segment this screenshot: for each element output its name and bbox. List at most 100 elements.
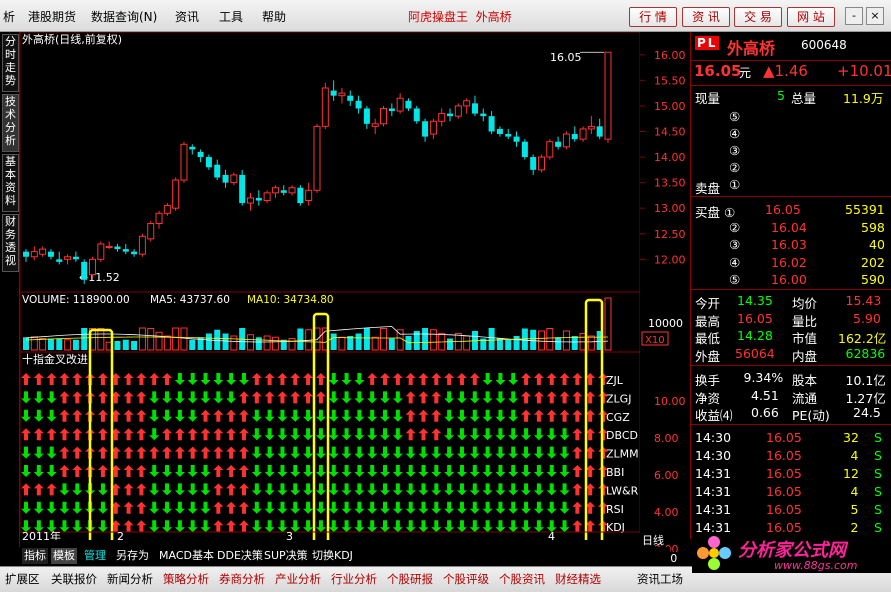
tab-dde[interactable]: DDE决策 [215,548,265,564]
sell-level-marker: ⑤ [729,109,741,124]
buy-level-label: ② [729,219,741,235]
tick-price: 16.05 [766,484,802,499]
tab-macd[interactable]: MACD基本 [157,548,216,564]
menu-item-help[interactable]: 帮助 [262,8,286,25]
indicator-name: DBCD [606,429,638,442]
stat-value: 5.90 [853,310,881,326]
window-title: 阿虎操盘王 外高桥 [408,10,512,24]
tab-fundamentals[interactable]: 基本资料 [2,154,19,212]
price-tick-label: 16.00 [654,49,686,62]
candle-body [72,256,79,260]
status-related-quote[interactable]: 关联报价 [51,571,97,587]
candle-body [23,251,29,257]
volume-bar [505,339,512,350]
candle-body [180,143,188,181]
candle-body [321,87,329,127]
candle-body [338,92,346,97]
menu-item-hk-futures[interactable]: 港股期货 [28,8,76,25]
status-stock-news[interactable]: 个股资讯 [499,571,545,587]
status-strategy[interactable]: 策略分析 [163,571,209,587]
sell-order-row: ④ [691,125,891,143]
menu-item-tools[interactable]: 工具 [219,8,243,25]
sell-level-marker: ③ [729,143,741,158]
status-broker[interactable]: 券商分析 [219,571,265,587]
kline-chart[interactable]: 外高桥(日线,前复权) 16.05 ←11.52 VOLUME: 118900.… [20,32,640,540]
candle-body [405,100,412,109]
stat-value: 15.43 [845,293,882,308]
minimize-button[interactable]: - [845,7,863,25]
buy-order-row: 买盘 ① 16.05 55391 [691,201,891,220]
tab-kdj[interactable]: 切换KDJ [310,548,355,564]
tab-intraday[interactable]: 分时走势 [2,34,19,92]
reset-button[interactable]: 0 [670,552,677,565]
fund-label: 收益⑷ [695,408,733,423]
status-sector[interactable]: 行业分析 [331,571,377,587]
tab-template[interactable]: 模板 [51,548,77,564]
date-mark-apr: 4 [548,530,555,540]
candle-body [313,125,321,191]
status-research[interactable]: 个股研报 [387,571,433,587]
tick-side: S [874,430,882,445]
flower-logo-icon [697,536,731,570]
candle-body [555,141,562,147]
tick-row: 14:31 16.05 4 S [691,483,891,501]
volume-bar [30,336,38,351]
tick-volume: 12 [843,466,859,481]
menu-item-analysis[interactable]: 析 [3,8,15,25]
info-button[interactable]: 资 讯 [682,7,730,27]
tab-save-as[interactable]: 另存为 [114,548,151,564]
buy-volume: 55391 [845,202,885,217]
candle-body [246,197,254,204]
candle-body [147,223,155,240]
candle-body [64,256,72,260]
buy-level-label: ④ [729,254,741,270]
candle-body [297,187,304,204]
status-news-analysis[interactable]: 新闻分析 [107,571,153,587]
menu-item-data-query[interactable]: 数据查询(N) [91,8,157,25]
volume-bar [255,337,262,350]
tick-volume: 4 [850,484,859,499]
tab-technical[interactable]: 技术分析 [2,94,19,152]
stat-row: 今开 14.35 均价 15.43 [691,292,891,311]
status-rating[interactable]: 个股评级 [443,571,489,587]
tick-side: S [874,502,882,517]
tick-row: 14:31 16.05 5 S [691,501,891,519]
period-label: 日线 [642,533,664,547]
tab-indicator[interactable]: 指标 [22,548,48,564]
tab-financial[interactable]: 财务透视 [2,214,19,272]
tab-manage[interactable]: 管理 [82,548,108,564]
tick-price: 16.05 [766,448,802,463]
candle-body [39,248,47,255]
ma5-label: MA5: 43737.60 [150,294,230,306]
volume-bar [39,338,47,351]
trade-button[interactable]: 交 易 [734,7,782,27]
volume-bar [263,335,271,351]
volume-bar [338,336,346,351]
market-button[interactable]: 行 情 [629,7,677,27]
menu-bar: 析 港股期货 数据查询(N) 资讯 工具 帮助 阿虎操盘王 外高桥 行 情 资 … [0,0,891,32]
tick-time: 14:31 [695,502,732,517]
buy-price: 16.05 [765,202,801,217]
fund-value: 9.34% [743,370,784,385]
tab-sup[interactable]: SUP决策 [262,548,310,564]
price-tick-label: 14.50 [654,125,686,138]
status-industry-chain[interactable]: 产业分析 [275,571,321,587]
buy-price: 16.03 [771,237,807,252]
close-button[interactable]: × [866,7,884,25]
candle-body [587,125,595,130]
left-tab-bar: 分时走势 技术分析 基本资料 财务透视 [0,32,20,547]
candle-body [97,243,105,260]
buy-price: 16.02 [771,254,807,270]
volume-bar [205,333,212,350]
menu-item-news[interactable]: 资讯 [175,8,199,25]
indicator-tick: 6.00 [654,469,679,482]
candle-body [197,151,204,158]
candle-body [596,126,603,137]
website-button[interactable]: 网 站 [787,7,835,27]
status-info-workshop[interactable]: 资讯工场 [637,571,683,587]
tick-volume: 4 [850,448,859,463]
candle-body [521,141,528,158]
price-axis: 16.00 15.50 15.00 14.50 14.00 13.50 13.00 12.50… [640,32,690,552]
status-finance-picks[interactable]: 财经精选 [555,571,601,587]
status-expand[interactable]: 扩展区 [5,571,40,587]
